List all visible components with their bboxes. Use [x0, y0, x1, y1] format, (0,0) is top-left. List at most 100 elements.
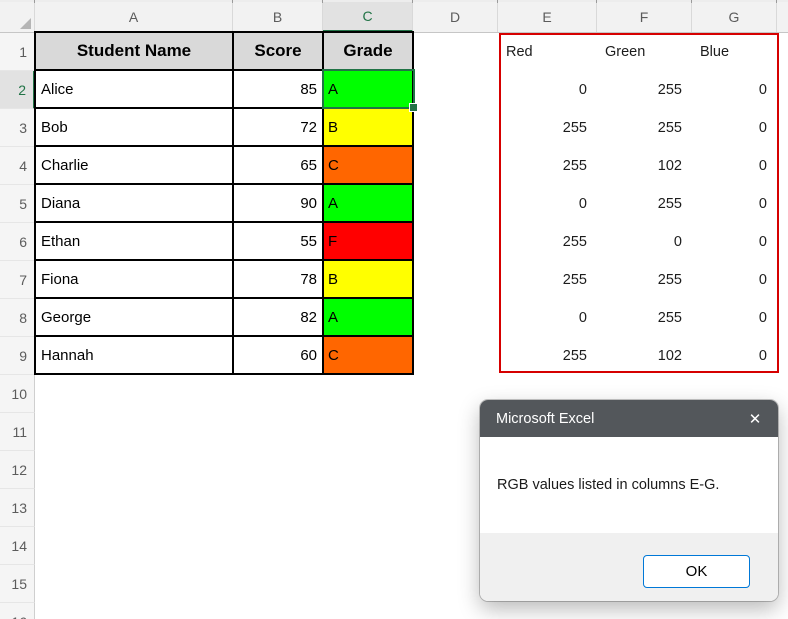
row-header-7[interactable]: 7 [0, 261, 35, 299]
rgb-values-region: Red Green Blue 0 255 0 255 255 0 255 102 0 0 255 0 255 0… [498, 33, 777, 375]
row-header-4[interactable]: 4 [0, 147, 35, 185]
cell-c4[interactable]: C [322, 145, 414, 185]
column-headers: ABCDEFG [0, 0, 788, 33]
cell-f4[interactable]: 102 [597, 147, 692, 185]
dialog-footer: OK [480, 533, 778, 601]
dialog-titlebar[interactable]: Microsoft Excel ✕ [480, 400, 778, 437]
cell-g5[interactable]: 0 [692, 185, 777, 223]
cell-f3[interactable]: 255 [597, 109, 692, 147]
cell-c3[interactable]: B [322, 107, 414, 147]
cell-e3[interactable]: 255 [498, 109, 597, 147]
cell-g2[interactable]: 0 [692, 71, 777, 109]
cell-a1[interactable]: Student Name [34, 31, 234, 71]
column-header-f[interactable]: F [597, 2, 692, 32]
cell-f6[interactable]: 0 [597, 223, 692, 261]
cell-e6[interactable]: 255 [498, 223, 597, 261]
cell-b5[interactable]: 90 [232, 183, 324, 223]
cell-f7[interactable]: 255 [597, 261, 692, 299]
cell-e8[interactable]: 0 [498, 299, 597, 337]
cell-b9[interactable]: 60 [232, 335, 324, 375]
cell-f8[interactable]: 255 [597, 299, 692, 337]
cell-b6[interactable]: 55 [232, 221, 324, 261]
cell-g7[interactable]: 0 [692, 261, 777, 299]
student-grade-table: Student Name Score Grade Alice 85 A Bob 72 B Char… [34, 31, 414, 375]
column-header-a[interactable]: A [35, 2, 233, 32]
excel-message-dialog: Microsoft Excel ✕ RGB values listed in c… [480, 400, 778, 601]
row-header-6[interactable]: 6 [0, 223, 35, 261]
column-boundary-tick [232, 0, 233, 3]
cell-b1[interactable]: Score [232, 31, 324, 71]
row-header-14[interactable]: 14 [0, 527, 35, 565]
row-header-16[interactable]: 16 [0, 603, 35, 619]
column-header-d[interactable]: D [413, 2, 498, 32]
cell-f9[interactable]: 102 [597, 337, 692, 375]
column-boundary-tick [596, 0, 597, 3]
dialog-title: Microsoft Excel [496, 410, 595, 427]
column-boundary-tick [34, 0, 35, 3]
column-boundary-tick [497, 0, 498, 3]
column-header-e[interactable]: E [498, 2, 597, 32]
cell-f1[interactable]: Green [597, 33, 692, 71]
cell-a4[interactable]: Charlie [34, 145, 234, 185]
row-header-15[interactable]: 15 [0, 565, 35, 603]
row-header-8[interactable]: 8 [0, 299, 35, 337]
cell-g3[interactable]: 0 [692, 109, 777, 147]
cell-g6[interactable]: 0 [692, 223, 777, 261]
cell-c7[interactable]: B [322, 259, 414, 299]
row-header-11[interactable]: 11 [0, 413, 35, 451]
row-header-5[interactable]: 5 [0, 185, 35, 223]
cell-e1[interactable]: Red [498, 33, 597, 71]
cell-e5[interactable]: 0 [498, 185, 597, 223]
close-icon[interactable]: ✕ [732, 400, 778, 437]
cell-c5[interactable]: A [322, 183, 414, 223]
row-header-2[interactable]: 2 [0, 71, 35, 109]
column-header-g[interactable]: G [692, 2, 777, 32]
cell-c8[interactable]: A [322, 297, 414, 337]
cell-e9[interactable]: 255 [498, 337, 597, 375]
row-header-13[interactable]: 13 [0, 489, 35, 527]
row-header-10[interactable]: 10 [0, 375, 35, 413]
column-header-b[interactable]: B [233, 2, 323, 32]
cell-a7[interactable]: Fiona [34, 259, 234, 299]
cell-b2[interactable]: 85 [232, 69, 324, 109]
ok-button[interactable]: OK [643, 555, 750, 588]
select-all-triangle-icon [20, 18, 31, 29]
cell-a9[interactable]: Hannah [34, 335, 234, 375]
dialog-body: RGB values listed in columns E-G. [480, 437, 778, 533]
cell-b3[interactable]: 72 [232, 107, 324, 147]
cell-b7[interactable]: 78 [232, 259, 324, 299]
cell-e4[interactable]: 255 [498, 147, 597, 185]
column-boundary-tick [412, 0, 413, 3]
column-boundary-tick [322, 0, 323, 3]
cell-g9[interactable]: 0 [692, 337, 777, 375]
cell-g8[interactable]: 0 [692, 299, 777, 337]
row-header-12[interactable]: 12 [0, 451, 35, 489]
cell-c2[interactable]: A [322, 69, 414, 109]
cell-a5[interactable]: Diana [34, 183, 234, 223]
cell-e2[interactable]: 0 [498, 71, 597, 109]
cell-g1[interactable]: Blue [692, 33, 777, 71]
cell-b8[interactable]: 82 [232, 297, 324, 337]
cell-a6[interactable]: Ethan [34, 221, 234, 261]
select-all-corner[interactable] [0, 2, 35, 32]
cell-g4[interactable]: 0 [692, 147, 777, 185]
cell-c9[interactable]: C [322, 335, 414, 375]
cell-e7[interactable]: 255 [498, 261, 597, 299]
spreadsheet: ABCDEFG 12345678910111213141516 Student … [0, 0, 788, 619]
cell-a2[interactable]: Alice [34, 69, 234, 109]
row-header-1[interactable]: 1 [0, 33, 35, 71]
cell-f2[interactable]: 255 [597, 71, 692, 109]
cell-b4[interactable]: 65 [232, 145, 324, 185]
column-boundary-tick [776, 0, 777, 3]
column-header-partial [777, 2, 788, 32]
dialog-message: RGB values listed in columns E-G. [497, 477, 720, 493]
row-header-9[interactable]: 9 [0, 337, 35, 375]
cell-c1[interactable]: Grade [322, 31, 414, 71]
cell-a3[interactable]: Bob [34, 107, 234, 147]
column-header-c[interactable]: C [323, 2, 413, 32]
column-boundary-tick [691, 0, 692, 3]
row-header-3[interactable]: 3 [0, 109, 35, 147]
cell-c6[interactable]: F [322, 221, 414, 261]
cell-a8[interactable]: George [34, 297, 234, 337]
cell-f5[interactable]: 255 [597, 185, 692, 223]
